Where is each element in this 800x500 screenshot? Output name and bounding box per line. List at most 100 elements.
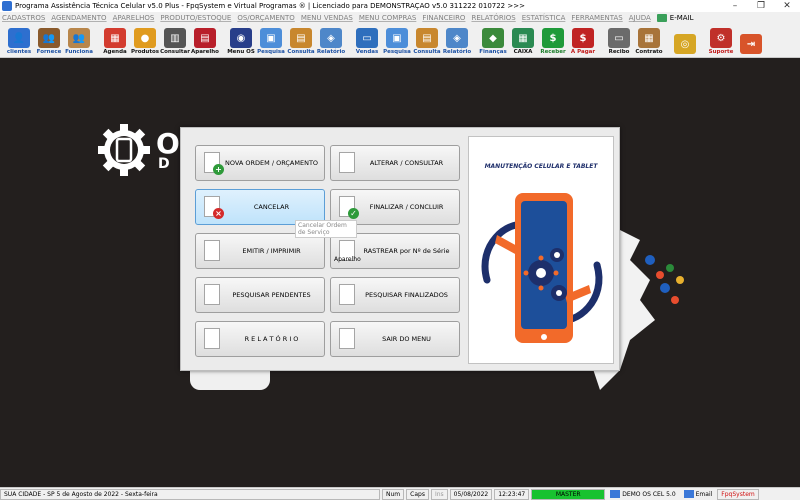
toolbar-button-4[interactable]: ● Produtos: [130, 24, 160, 57]
menu-item-3[interactable]: PRODUTO/ESTOQUE: [160, 14, 231, 22]
toolbar-button-22[interactable]: ⚙ Suporte: [706, 24, 736, 57]
app-icon: [2, 1, 12, 11]
toolbar-button-18[interactable]: $ A Pagar: [568, 24, 598, 57]
button-label: PESQUISAR FINALIZADOS: [365, 291, 448, 299]
close-button[interactable]: ✕: [774, 0, 800, 12]
toolbar-button-23[interactable]: ⇥: [736, 24, 766, 57]
toolbar: 👤 clientes 👥 Fornece 👥 Funciona ▦ Agenda ● Produt…: [0, 24, 800, 58]
button-label: SAIR DO MENU: [382, 335, 431, 343]
toolbar-label: Funciona: [65, 49, 93, 55]
toolbar-icon-16: ▦: [512, 28, 534, 48]
menu-item-2[interactable]: APARELHOS: [113, 14, 155, 22]
menu-item-11[interactable]: AJUDA: [629, 14, 651, 22]
toolbar-label: A Pagar: [570, 49, 596, 55]
window-title: Programa Assistência Técnica Celular v5.…: [15, 2, 525, 10]
toolbar-icon-11: ▭: [356, 28, 378, 48]
toolbar-button-2[interactable]: 👥 Funciona: [64, 24, 94, 57]
toolbar-label: Aparelho: [191, 49, 219, 55]
toolbar-label: Receber: [540, 49, 566, 55]
toolbar-button-20[interactable]: ▦ Contrato: [634, 24, 664, 57]
toolbar-label: Recibo: [608, 49, 630, 55]
toolbar-button-19[interactable]: ▭ Recibo: [604, 24, 634, 57]
background-device-image: [190, 370, 270, 390]
toolbar-button-21[interactable]: ◎: [670, 24, 700, 57]
aparelho-label: Aparelho: [334, 256, 361, 263]
toolbar-icon-5: ▥: [164, 28, 186, 48]
maximize-button[interactable]: ❐: [748, 0, 774, 12]
toolbar-button-8[interactable]: ▣ Pesquisa: [256, 24, 286, 57]
menu-item-7[interactable]: FINANCEIRO: [422, 14, 465, 22]
menu-item-email[interactable]: E-MAIL: [656, 14, 694, 22]
status-email[interactable]: Email: [681, 489, 716, 500]
toolbar-icon-17: $: [542, 28, 564, 48]
toolbar-icon-21: ◎: [674, 34, 696, 54]
relatorio-button[interactable]: R E L A T Ó R I O: [195, 321, 325, 357]
doc-check-icon: ✓: [336, 195, 360, 219]
menu-item-0[interactable]: CADASTROS: [2, 14, 45, 22]
print-icon: [201, 239, 225, 263]
toolbar-icon-7: ◉: [230, 28, 252, 48]
toolbar-label: Relatório: [442, 49, 472, 55]
side-panel: MANUTENÇÃO CELULAR E TABLET: [468, 136, 614, 364]
toolbar-icon-4: ●: [134, 28, 156, 48]
toolbar-button-12[interactable]: ▣ Pesquisa: [382, 24, 412, 57]
toolbar-button-17[interactable]: $ Receber: [538, 24, 568, 57]
status-email-label: Email: [695, 490, 713, 498]
toolbar-button-10[interactable]: ◈ Relatório: [316, 24, 346, 57]
sair-menu-button[interactable]: SAIR DO MENU: [330, 321, 460, 357]
toolbar-button-3[interactable]: ▦ Agenda: [100, 24, 130, 57]
toolbar-button-16[interactable]: ▦ CAIXA: [508, 24, 538, 57]
toolbar-icon-18: $: [572, 28, 594, 48]
toolbar-label: Menu OS: [227, 49, 255, 55]
pesquisar-pendentes-button[interactable]: PESQUISAR PENDENTES: [195, 277, 325, 313]
toolbar-icon-13: ▤: [416, 28, 438, 48]
rastrear-serie-button[interactable]: RASTREAR por Nº de Série: [330, 233, 460, 269]
button-label: EMITIR / IMPRIMIR: [242, 247, 301, 255]
menu-item-5[interactable]: MENU VENDAS: [301, 14, 353, 22]
minimize-button[interactable]: –: [722, 0, 748, 12]
tools-check-icon: [336, 283, 360, 307]
status-database-label: DEMO OS CEL 5.0: [622, 490, 676, 498]
toolbar-button-6[interactable]: ▤ Aparelho: [190, 24, 220, 57]
toolbar-button-9[interactable]: ▤ Consulta: [286, 24, 316, 57]
menu-item-8[interactable]: RELATÓRIOS: [471, 14, 515, 22]
toolbar-button-11[interactable]: ▭ Vendas: [352, 24, 382, 57]
status-city-date: SUA CIDADE - SP 5 de Agosto de 2022 - Se…: [0, 488, 380, 500]
toolbar-button-14[interactable]: ◈ Relatório: [442, 24, 472, 57]
menu-item-10[interactable]: FERRAMENTAS: [571, 14, 622, 22]
status-insert: Ins: [430, 488, 448, 500]
edit-icon: [336, 151, 360, 175]
button-label: ALTERAR / CONSULTAR: [369, 159, 444, 167]
toolbar-label: CAIXA: [513, 49, 533, 55]
nova-ordem-button[interactable]: + NOVA ORDEM / ORÇAMENTO: [195, 145, 325, 181]
button-label: CANCELAR: [253, 203, 290, 211]
emitir-imprimir-button[interactable]: EMITIR / IMPRIMIR: [195, 233, 325, 269]
os-menu-dialog: + NOVA ORDEM / ORÇAMENTO ALTERAR / CONSULT…: [180, 127, 620, 371]
menu-item-6[interactable]: MENU COMPRAS: [359, 14, 417, 22]
toolbar-label: Contrato: [635, 49, 663, 55]
exit-icon: [336, 327, 360, 351]
menu-item-4[interactable]: OS/ORÇAMENTO: [237, 14, 295, 22]
menu-item-9[interactable]: ESTATÍSTICA: [522, 14, 566, 22]
report-icon: [201, 327, 225, 351]
button-label: RASTREAR por Nº de Série: [363, 247, 450, 255]
toolbar-icon-23: ⇥: [740, 34, 762, 54]
toolbar-icon-22: ⚙: [710, 28, 732, 48]
window-titlebar: Programa Assistência Técnica Celular v5.…: [0, 0, 800, 12]
toolbar-button-5[interactable]: ▥ Consultar: [160, 24, 190, 57]
toolbar-button-13[interactable]: ▤ Consulta: [412, 24, 442, 57]
menu-item-1[interactable]: AGENDAMENTO: [51, 14, 106, 22]
toolbar-button-0[interactable]: 👤 clientes: [4, 24, 34, 57]
toolbar-label: Fornece: [36, 49, 62, 55]
toolbar-button-7[interactable]: ◉ Menu OS: [226, 24, 256, 57]
toolbar-icon-15: ◆: [482, 28, 504, 48]
toolbar-button-15[interactable]: ◆ Finanças: [478, 24, 508, 57]
toolbar-button-1[interactable]: 👥 Fornece: [34, 24, 64, 57]
status-database: DEMO OS CEL 5.0: [607, 489, 678, 500]
toolbar-label: Pesquisa: [383, 49, 411, 55]
alterar-consultar-button[interactable]: ALTERAR / CONSULTAR: [330, 145, 460, 181]
toolbar-label: Consulta: [413, 49, 441, 55]
pesquisar-finalizados-button[interactable]: PESQUISAR FINALIZADOS: [330, 277, 460, 313]
status-user-badge: MASTER: [531, 488, 606, 500]
toolbar-icon-12: ▣: [386, 28, 408, 48]
